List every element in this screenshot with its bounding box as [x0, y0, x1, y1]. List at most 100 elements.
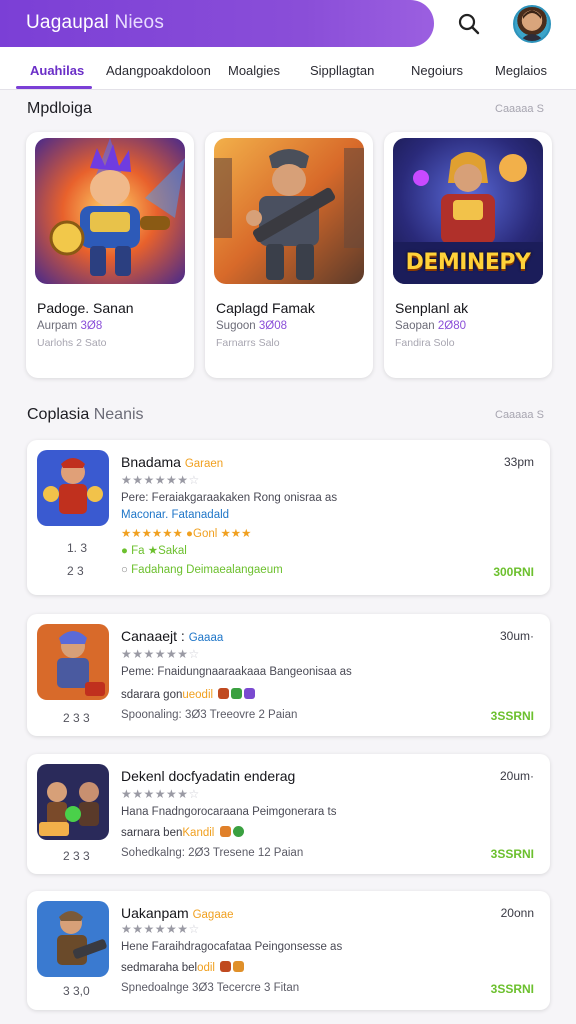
- game-highlights-text: sedmaraha bel: [121, 962, 198, 974]
- game-highlights: ★★★★★★ ●Gonl ★★★: [121, 528, 252, 540]
- rank-value: 3 3,0: [63, 984, 90, 998]
- featured-meta-label: Saopan: [395, 320, 435, 332]
- featured-meta-value: 2Ø80: [437, 320, 466, 332]
- price-badge[interactable]: 3SSRNI: [491, 709, 534, 723]
- game-description: Hana Fnadngorocaraana Peimgonerara ts: [121, 806, 337, 818]
- game-time: 30um·: [499, 629, 534, 643]
- list-title-sub: Neanis: [93, 406, 144, 423]
- featured-card[interactable]: Caplagd Famak Sugoon 3Ø08 Farnarrs Salo: [205, 132, 373, 378]
- rank-value: 2 3 3: [63, 849, 90, 863]
- app-title-main: Uagaupal: [26, 12, 109, 33]
- tab-meglaios[interactable]: Meglaios: [495, 63, 547, 78]
- featured-game-art: [214, 138, 364, 284]
- game-title: Canaaejt : Gaaaa: [121, 628, 223, 644]
- badge-icon: [244, 688, 256, 699]
- rank-value: 2 3 3: [63, 711, 90, 725]
- tab-adangpoakdoloon[interactable]: Adangpoakdoloon: [106, 63, 211, 78]
- game-title-text: Canaaejt :: [121, 628, 185, 644]
- featured-card[interactable]: DEMINEPY Senplanl ak Saopan 2Ø80 Fandira…: [384, 132, 552, 378]
- game-meta: Spoonaling: 3Ø3 Treeovre 2 Paian: [121, 709, 298, 721]
- game-title-text: Bnadama: [121, 454, 181, 470]
- game-description: Peme: Fnaidungnaaraakaaa Bangeonisaa as: [121, 666, 352, 678]
- list-item[interactable]: Uakanpam Gagaae 20onn ★★★★★★☆ Hene Farai…: [27, 891, 550, 1010]
- price-badge[interactable]: 300RNI: [493, 565, 534, 579]
- featured-game-name: Caplagd Famak: [216, 300, 315, 316]
- featured-meta-label: Aurpam: [37, 320, 78, 332]
- tab-moalgies[interactable]: Moalgies: [228, 63, 280, 78]
- featured-meta-value: 3Ø08: [258, 320, 287, 332]
- featured-meta-label: Sugoon: [216, 320, 256, 332]
- featured-game-name: Padoge. Sanan: [37, 300, 134, 316]
- game-time: 33pm: [503, 455, 534, 469]
- game-meta-text: Fadahang Deimaealangaeum: [131, 564, 283, 576]
- search-icon: [458, 13, 480, 35]
- game-title: Bnadama Garaen: [121, 454, 223, 470]
- game-highlights-accent: Kandil: [182, 827, 215, 839]
- game-highlights-accent: ueodil: [182, 689, 214, 701]
- game-tag: Gaaaa: [188, 632, 224, 644]
- rating-stars: ★★★★★★☆: [121, 787, 200, 801]
- game-tag: Gagaae: [192, 909, 234, 921]
- tab-sippllagtan[interactable]: Sippllagtan: [310, 63, 374, 78]
- featured-see-all-link[interactable]: Caaaaa S: [495, 103, 544, 115]
- game-time: 20onn: [500, 906, 534, 920]
- avatar[interactable]: [513, 5, 551, 43]
- featured-meta-value: 3Ø8: [80, 320, 103, 332]
- app-header: Uagaupal Nieos: [0, 0, 576, 50]
- active-tab-indicator: [16, 86, 92, 89]
- app-title-sub: Nieos: [114, 12, 165, 33]
- tab-negoiurs[interactable]: Negoiurs: [411, 63, 463, 78]
- search-button[interactable]: [455, 10, 483, 38]
- badge-icon: [218, 688, 230, 699]
- game-highlights-accent: odil: [197, 962, 215, 974]
- list-title-main: Coplasia: [27, 406, 90, 423]
- game-title-text: Uakanpam: [121, 905, 189, 921]
- rating-stars: ★★★★★★☆: [121, 647, 200, 661]
- game-highlights: sarnara benKandil: [121, 826, 244, 839]
- badge-icon: [219, 826, 231, 837]
- game-icon: [37, 901, 109, 977]
- list-item[interactable]: Canaaejt : Gaaaa 30um· ★★★★★★☆ Peme: Fna…: [27, 614, 550, 736]
- badge-icon: [232, 826, 244, 837]
- game-description: Pere: Feraiakgaraakaken Rong onisraa as: [121, 492, 338, 504]
- game-description: Hene Faraihdragocafataa Peingonsesse as: [121, 941, 343, 953]
- featured-art-logo: DEMINEPY: [405, 250, 531, 275]
- game-title: Uakanpam Gagaae: [121, 905, 234, 921]
- list-see-all-link[interactable]: Caaaaa S: [495, 409, 544, 421]
- game-time: 20um·: [499, 769, 534, 783]
- badge-icon: [233, 961, 245, 972]
- game-title: Dekenl docfyadatin enderag: [121, 768, 296, 784]
- rating-stars: ★★★★★★☆: [121, 473, 200, 487]
- featured-game-sub: Farnarrs Salo: [216, 337, 280, 349]
- featured-game-meta: Sugoon 3Ø08: [216, 320, 287, 332]
- list-item[interactable]: Dekenl docfyadatin enderag 20um· ★★★★★★☆…: [27, 754, 550, 874]
- featured-section-title: Mpdloiga: [27, 100, 92, 117]
- game-meta: Sohedkalng: 2Ø3 Tresene 12 Paian: [121, 847, 304, 859]
- price-badge[interactable]: 3SSRNI: [491, 982, 534, 996]
- featured-game-sub: Uarlohs 2 Sato: [37, 337, 107, 349]
- game-icon: [37, 764, 109, 840]
- price-badge[interactable]: 3SSRNI: [491, 847, 534, 861]
- list-item[interactable]: Bnadama Garaen 33pm ★★★★★★☆ Pere: Feraia…: [27, 440, 550, 595]
- list-section-title: Coplasia Neanis: [27, 406, 144, 424]
- brand-banner[interactable]: Uagaupal Nieos: [0, 0, 434, 47]
- game-link[interactable]: Maconar. Fatanadald: [121, 509, 229, 521]
- game-highlights: sedmaraha belodil: [121, 961, 245, 974]
- info-icon: ○: [121, 564, 128, 576]
- featured-game-art: DEMINEPY: [393, 138, 543, 284]
- badge-icon: [220, 961, 232, 972]
- rating-stars: ★★★★★★☆: [121, 922, 200, 936]
- category-tabs: Auahilas Adangpoakdoloon Moalgies Sippll…: [0, 50, 576, 90]
- game-highlights-text: sarnara ben: [121, 827, 183, 839]
- rank-value-secondary: 2 3: [67, 564, 84, 578]
- featured-game-meta: Saopan 2Ø80: [395, 320, 466, 332]
- tab-auahilas[interactable]: Auahilas: [30, 63, 84, 78]
- game-highlights-text: sdarara gon: [121, 689, 183, 701]
- featured-game-art: [35, 138, 185, 284]
- game-tags-line: ● Fa ★Sakal: [121, 545, 187, 557]
- featured-game-sub: Fandira Solo: [395, 337, 455, 349]
- badge-icon: [231, 688, 243, 699]
- game-icon: [37, 624, 109, 700]
- featured-card[interactable]: Padoge. Sanan Aurpam 3Ø8 Uarlohs 2 Sato: [26, 132, 194, 378]
- featured-game-meta: Aurpam 3Ø8: [37, 320, 102, 332]
